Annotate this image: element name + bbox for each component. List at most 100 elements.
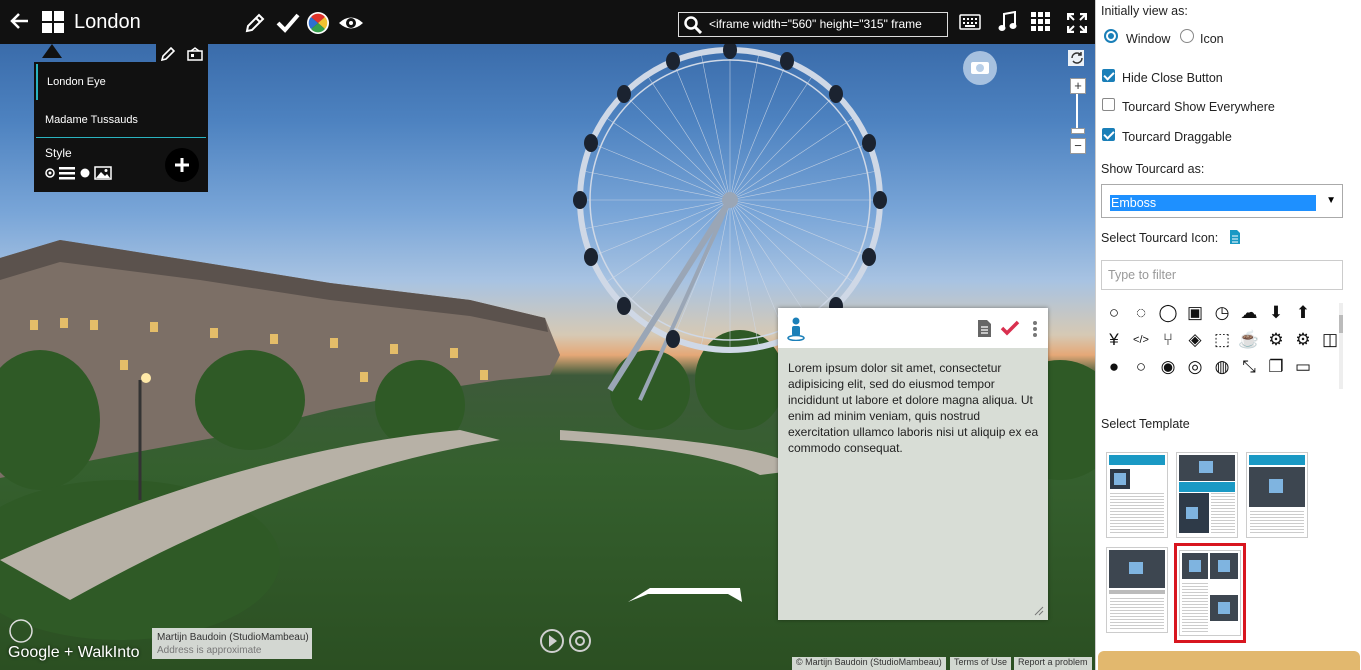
scene-icon[interactable] (186, 46, 204, 62)
icon-filter-input[interactable] (1101, 260, 1343, 290)
search-icon[interactable] (683, 15, 703, 34)
poi-item-madame-tussauds[interactable]: Madame Tussauds (36, 102, 206, 138)
tour-title: London (74, 11, 141, 33)
draggable-label[interactable]: Tourcard Draggable (1122, 130, 1232, 144)
poi-item-london-eye[interactable]: London Eye (36, 64, 206, 100)
show-as-select[interactable]: Emboss ▼ (1101, 184, 1343, 218)
circle-icon[interactable]: ○ (1101, 300, 1127, 326)
terms-link[interactable]: Terms of Use (950, 657, 1012, 670)
poi-menu: London Eye Madame Tussauds Style (34, 62, 208, 192)
add-poi-button[interactable] (165, 148, 199, 182)
top-toolbar: London (0, 0, 1095, 44)
show-as-selected-value[interactable]: Emboss (1110, 195, 1316, 211)
confirm-check-icon[interactable] (1000, 319, 1020, 337)
tourcard-settings-panel: Initially view as: Window Icon Hide Clos… (1095, 0, 1361, 670)
style-label: Style (45, 146, 72, 160)
cloud-icon[interactable]: ☁ (1236, 300, 1262, 326)
zoom-out-button[interactable]: − (1070, 138, 1086, 154)
cloud-upload-icon[interactable]: ⬆ (1290, 300, 1316, 326)
search-box[interactable] (678, 12, 948, 37)
columns-icon[interactable]: ◫ (1317, 327, 1337, 353)
zoom-in-button[interactable]: + (1070, 78, 1086, 94)
resize-handle-icon[interactable] (1034, 606, 1044, 616)
template-3[interactable] (1246, 452, 1308, 538)
eye-icon[interactable] (337, 10, 365, 36)
compass-icon[interactable]: ◍ (1209, 354, 1235, 380)
code-fork-icon[interactable]: ⑂ (1155, 327, 1181, 353)
circle-notch-icon[interactable]: ◌ (1128, 300, 1154, 326)
code-icon[interactable]: </> (1128, 327, 1154, 353)
person-icon (786, 317, 806, 341)
copy-icon[interactable]: ❐ (1263, 354, 1289, 380)
report-problem-link[interactable]: Report a problem (1014, 657, 1092, 670)
radio-window-label[interactable]: Window (1126, 32, 1170, 46)
document-icon (1228, 228, 1242, 246)
fullscreen-icon[interactable] (1066, 12, 1088, 34)
brand-label: Google + WalkInto (8, 644, 140, 661)
back-arrow-icon[interactable] (6, 9, 32, 35)
codepen-icon[interactable]: ◈ (1182, 327, 1208, 353)
document-icon[interactable] (976, 318, 992, 338)
show-everywhere-checkbox[interactable] (1102, 98, 1115, 111)
credit-card-icon[interactable]: ▭ (1290, 354, 1316, 380)
show-as-label: Show Tourcard as: (1101, 162, 1205, 176)
comment-o-icon[interactable]: ○ (1128, 354, 1154, 380)
radio-window[interactable] (1104, 29, 1118, 43)
template-4[interactable] (1106, 547, 1168, 633)
tourcard-body-text[interactable]: Lorem ipsum dolor sit amet, consectetur … (788, 360, 1040, 456)
more-vertical-icon[interactable] (1030, 319, 1040, 339)
comments-icon[interactable]: ◉ (1155, 354, 1181, 380)
circle-thin-icon[interactable]: ◯ (1155, 300, 1181, 326)
check-icon[interactable] (275, 10, 301, 36)
poi-toolbar (156, 44, 208, 64)
chevron-down-icon[interactable]: ▼ (1326, 195, 1336, 206)
image-icon[interactable] (94, 166, 112, 180)
comment-icon[interactable]: ● (1101, 354, 1127, 380)
apps-grid-icon[interactable] (1030, 11, 1052, 33)
icon-grid-scroll-thumb[interactable] (1339, 315, 1343, 333)
compress-icon[interactable]: ⤡ (1236, 354, 1262, 380)
cube-icon[interactable]: ⬚ (1209, 327, 1235, 353)
selected-template-highlight (1174, 543, 1246, 643)
yen-icon[interactable]: ¥ (1101, 327, 1127, 353)
show-everywhere-label[interactable]: Tourcard Show Everywhere (1122, 100, 1275, 114)
address-note: Address is approximate (157, 645, 262, 656)
cloud-download-icon[interactable]: ⬇ (1263, 300, 1289, 326)
color-wheel-icon[interactable] (305, 10, 331, 36)
zoom-control: + − (1069, 50, 1087, 154)
author-name[interactable]: Martijn Baudoin (StudioMambeau) (157, 632, 309, 643)
template-1[interactable] (1106, 452, 1168, 538)
author-info: Martijn Baudoin (StudioMambeau) Address … (152, 628, 312, 659)
keyboard-icon[interactable] (958, 12, 982, 32)
clock-icon[interactable]: ◷ (1209, 300, 1235, 326)
cogs-icon[interactable]: ⚙ (1290, 327, 1316, 353)
template-2[interactable] (1176, 452, 1238, 538)
dot-icon[interactable] (80, 168, 90, 178)
tourcard-header (778, 308, 1048, 348)
list-icon[interactable] (59, 166, 75, 180)
radio-icon[interactable] (1180, 29, 1194, 43)
draggable-checkbox[interactable] (1102, 128, 1115, 141)
clipboard-icon[interactable]: ▣ (1182, 300, 1208, 326)
pencil-icon[interactable] (160, 46, 176, 62)
select-template-label: Select Template (1101, 417, 1190, 431)
tourcard[interactable]: Lorem ipsum dolor sit amet, consectetur … (778, 308, 1048, 620)
app-window: London <iframe width="560" height="315" … (0, 0, 1361, 670)
hide-close-button-label[interactable]: Hide Close Button (1122, 71, 1223, 85)
panel-bottom-bar[interactable] (1098, 651, 1360, 670)
embed-code-field[interactable] (709, 14, 943, 33)
hide-close-button-checkbox[interactable] (1102, 69, 1115, 82)
plus-icon (175, 158, 189, 172)
grid-icon[interactable] (42, 11, 64, 33)
zoom-handle[interactable] (1071, 128, 1085, 134)
radio-icon-label[interactable]: Icon (1200, 32, 1224, 46)
music-icon[interactable] (996, 11, 1018, 33)
commenting-icon[interactable]: ◎ (1182, 354, 1208, 380)
coffee-icon[interactable]: ☕ (1236, 327, 1262, 353)
pencil-icon[interactable] (243, 11, 267, 35)
cog-icon[interactable]: ⚙ (1263, 327, 1289, 353)
panorama-viewer[interactable]: London <iframe width="560" height="315" … (0, 0, 1095, 670)
dot-small-icon[interactable] (45, 168, 55, 178)
rotate-icon[interactable] (1069, 50, 1085, 66)
menu-caret (42, 44, 62, 58)
